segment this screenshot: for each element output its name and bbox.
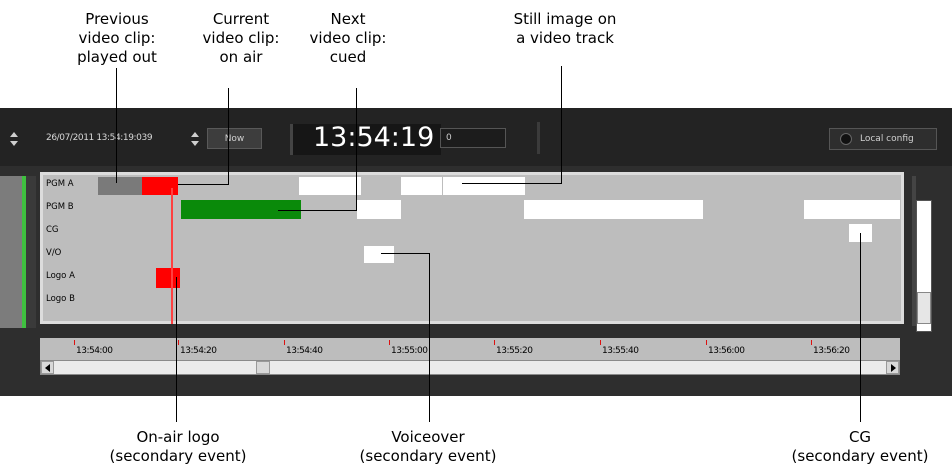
ruler-tick-label: 13:55:00 <box>391 346 428 356</box>
ruler-tick <box>706 340 707 345</box>
time-ruler[interactable] <box>40 338 900 360</box>
ruler-tick-label: 13:55:20 <box>496 346 533 356</box>
voiceover-event[interactable] <box>364 246 394 263</box>
leader-cg <box>860 233 861 422</box>
track-label-logo-b: Logo B <box>46 294 75 304</box>
date-spin-icon[interactable] <box>9 132 19 146</box>
leader-next-clip-h <box>278 210 357 211</box>
time-spin-icon[interactable] <box>190 132 200 146</box>
leader-still-image <box>561 66 562 183</box>
ruler-tick <box>811 340 812 345</box>
pgm-b-clip-3[interactable] <box>804 200 900 219</box>
pgm-a-clip-1[interactable] <box>299 177 361 195</box>
callout-still-image: Still image on a video track <box>513 10 617 47</box>
clock-time: 13:54:19 <box>313 122 435 153</box>
leader-previous-clip <box>116 68 117 183</box>
ruler-tick-label: 13:55:40 <box>602 346 639 356</box>
ruler-tick <box>389 340 390 345</box>
leader-still-image-h <box>462 183 562 184</box>
callout-voiceover: Voiceover (secondary event) <box>359 428 497 465</box>
callout-next-clip: Next video clip: cued <box>309 10 387 66</box>
ruler-tick <box>284 340 285 345</box>
track-label-pgm-a: PGM A <box>46 179 74 189</box>
callout-previous-clip: Previous video clip: played out <box>77 10 157 66</box>
scroll-right-icon[interactable] <box>886 361 899 374</box>
ruler-tick-label: 13:56:00 <box>708 346 745 356</box>
track-label-vo: V/O <box>46 248 62 258</box>
track-label-pgm-b: PGM B <box>46 202 74 212</box>
vertical-scroll-thumb[interactable] <box>917 292 931 324</box>
ruler-tick <box>74 340 75 345</box>
ruler-tick <box>494 340 495 345</box>
scroll-left-icon[interactable] <box>41 361 54 374</box>
pgm-b-clip-1[interactable] <box>357 200 401 219</box>
track-label-logo-a: Logo A <box>46 271 75 281</box>
date-time-field[interactable]: 26/07/2011 13:54:19:039 <box>46 133 153 143</box>
frame-field[interactable]: 0 <box>440 128 506 148</box>
leader-voiceover <box>429 253 430 422</box>
leader-current-clip-h <box>178 184 229 185</box>
leader-voiceover-h <box>381 253 430 254</box>
ruler-tick-label: 13:54:40 <box>286 346 323 356</box>
ruler-tick-label: 13:54:00 <box>76 346 113 356</box>
callout-cg: CG (secondary event) <box>791 428 929 465</box>
still-image-clip[interactable] <box>443 177 525 195</box>
playhead-line <box>171 188 173 324</box>
track-label-cg: CG <box>46 225 59 235</box>
callout-onair-logo: On-air logo (secondary event) <box>109 428 247 465</box>
toolbar-divider <box>537 122 540 154</box>
local-config-button[interactable]: Local config <box>829 128 937 150</box>
callout-current-clip: Current video clip: on air <box>202 10 280 66</box>
horizontal-scroll-thumb[interactable] <box>256 361 270 374</box>
pgm-a-clip-2[interactable] <box>401 177 442 195</box>
ruler-tick <box>600 340 601 345</box>
leader-next-clip <box>356 88 357 210</box>
ruler-tick-label: 13:54:20 <box>180 346 217 356</box>
pgm-b-clip-2[interactable] <box>524 200 703 219</box>
ruler-tick <box>178 340 179 345</box>
leader-current-clip <box>228 88 229 184</box>
left-side-gap <box>26 176 36 328</box>
status-led-icon <box>840 133 852 145</box>
ruler-tick-label: 13:56:20 <box>813 346 850 356</box>
leader-onair-logo <box>176 277 177 422</box>
played-out-clip[interactable] <box>98 177 142 195</box>
horizontal-scrollbar[interactable] <box>40 360 900 375</box>
local-config-label: Local config <box>860 134 914 144</box>
now-button[interactable]: Now <box>207 128 262 149</box>
